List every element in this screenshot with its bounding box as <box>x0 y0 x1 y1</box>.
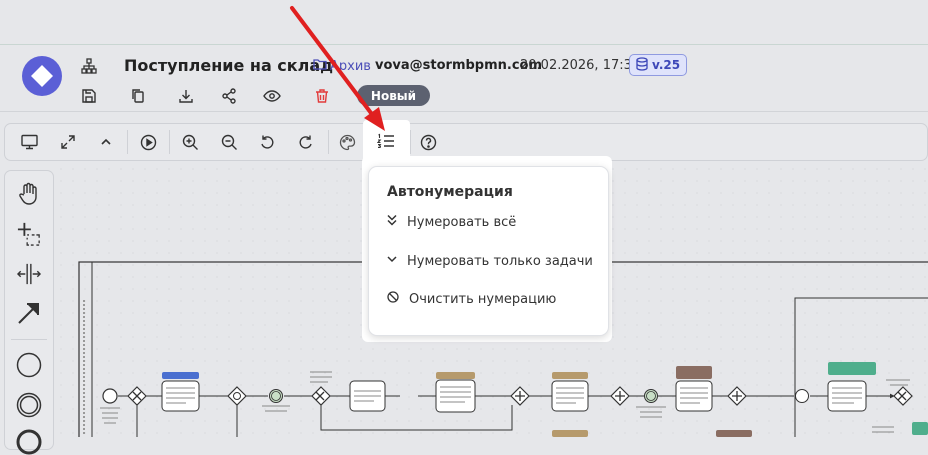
header-bottom-divider <box>0 111 928 112</box>
folder-link[interactable]: Архив <box>313 58 371 74</box>
hierarchy-icon[interactable] <box>79 56 99 76</box>
hand-icon[interactable] <box>17 182 41 206</box>
start-event-icon[interactable] <box>16 352 42 378</box>
page-title: Поступление на склад <box>124 56 334 75</box>
help-icon[interactable] <box>418 132 438 152</box>
intermediate-event-icon[interactable] <box>16 392 42 418</box>
number-tasks-item[interactable]: Нумеровать только задачи <box>387 251 593 271</box>
logo-icon[interactable] <box>22 56 62 96</box>
ban-icon <box>387 291 399 307</box>
download-icon[interactable] <box>176 86 196 106</box>
toolbar-separator <box>328 130 329 154</box>
task[interactable] <box>827 380 867 412</box>
play-icon[interactable] <box>138 132 158 152</box>
number-tasks-label: Нумеровать только задачи <box>407 253 593 269</box>
zoom-in-icon[interactable] <box>180 132 200 152</box>
save-icon[interactable] <box>79 86 99 106</box>
folder-name: Архив <box>330 58 371 74</box>
database-icon <box>636 56 648 74</box>
toolbar-separator <box>127 130 128 154</box>
zoom-out-icon[interactable] <box>219 132 239 152</box>
modified-date: 20.02.2026, 17:30 <box>520 58 641 73</box>
trash-icon[interactable] <box>312 86 332 106</box>
task-badge <box>828 362 876 375</box>
expand-icon[interactable] <box>58 132 78 152</box>
undo-icon[interactable] <box>257 132 277 152</box>
redo-icon[interactable] <box>296 132 316 152</box>
version-label: v.25 <box>652 58 681 72</box>
intermediate-event[interactable] <box>795 389 809 403</box>
copy-icon[interactable] <box>128 86 148 106</box>
autonumber-popup: Автонумерация Нумеровать всё Нумеровать … <box>368 166 609 336</box>
chevron-up-icon[interactable] <box>96 132 116 152</box>
task-badge <box>552 372 588 379</box>
folder-icon <box>313 58 327 74</box>
sidebar-separator <box>11 339 47 340</box>
double-chevron-down-icon <box>387 214 397 230</box>
task-badge <box>436 372 475 379</box>
toolbar-separator <box>169 130 170 154</box>
task-badge <box>552 430 588 437</box>
palette-icon[interactable] <box>337 132 357 152</box>
number-all-item[interactable]: Нумеровать всё <box>387 212 516 232</box>
end-event-icon[interactable] <box>16 429 42 455</box>
arrow-connect-icon[interactable] <box>17 301 41 325</box>
task-badge <box>162 372 199 379</box>
start-event[interactable] <box>102 388 118 404</box>
popup-title: Автонумерация <box>387 184 513 200</box>
status-badge: Новый <box>357 85 430 106</box>
share-icon[interactable] <box>219 86 239 106</box>
clear-numbering-item[interactable]: Очистить нумерацию <box>387 289 556 309</box>
task[interactable] <box>675 380 713 412</box>
clear-numbering-label: Очистить нумерацию <box>409 291 557 307</box>
space-tool-icon[interactable] <box>17 262 41 286</box>
task-badge <box>716 430 752 437</box>
task-badge <box>676 366 712 379</box>
monitor-icon[interactable] <box>19 132 39 152</box>
task-badge <box>912 422 928 435</box>
task[interactable] <box>435 379 476 413</box>
task[interactable] <box>161 380 200 412</box>
number-all-label: Нумеровать всё <box>407 214 517 230</box>
chevron-down-icon <box>387 253 397 269</box>
header-divider <box>0 44 928 45</box>
numbered-list-icon <box>376 131 396 151</box>
eye-icon[interactable] <box>262 86 282 106</box>
task[interactable] <box>551 380 589 412</box>
toolbar-separator <box>410 130 411 154</box>
select-area-icon[interactable] <box>17 222 41 246</box>
version-badge[interactable]: v.25 <box>629 54 688 76</box>
user-email: vova@stormbpmn.com <box>375 58 543 73</box>
